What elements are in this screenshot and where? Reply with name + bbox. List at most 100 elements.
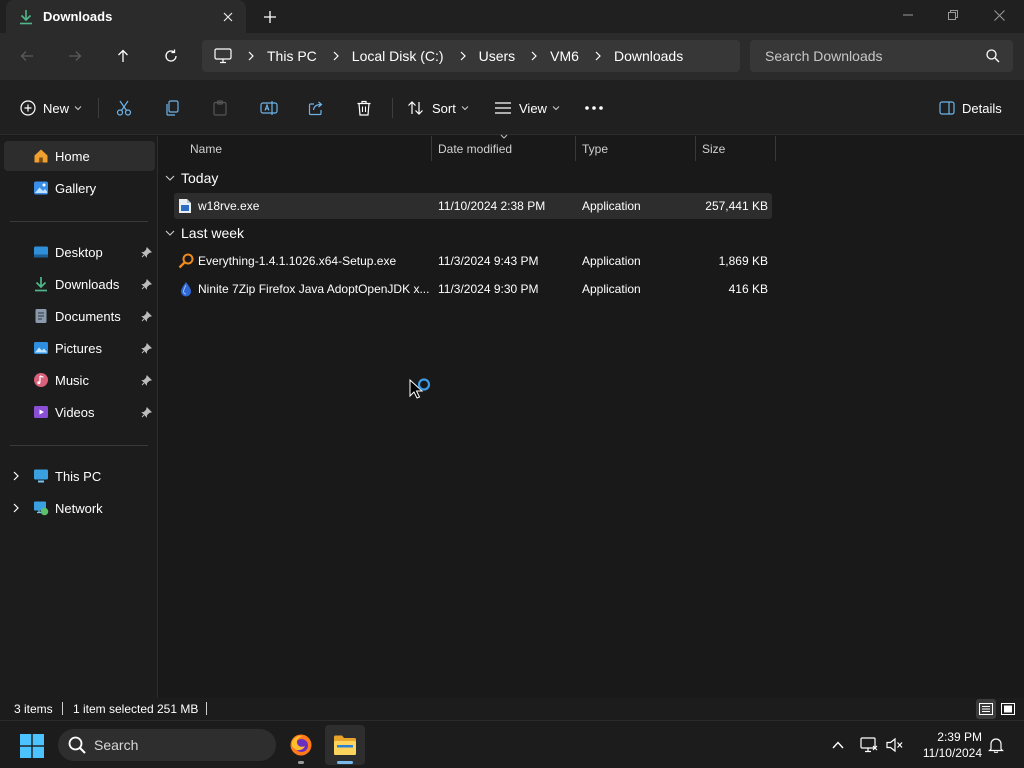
sidebar-item-gallery[interactable]: Gallery [4, 173, 155, 203]
column-divider[interactable] [431, 136, 432, 161]
sort-button[interactable]: Sort [407, 94, 469, 122]
sidebar-item-downloads[interactable]: Downloads [4, 269, 155, 299]
back-button[interactable] [11, 41, 43, 71]
sidebar-label: This PC [55, 468, 102, 484]
copy-button[interactable] [164, 94, 180, 122]
breadcrumb-item[interactable]: This PC [232, 48, 317, 64]
minimize-button[interactable] [885, 0, 931, 30]
breadcrumb-downloads[interactable]: Downloads [614, 48, 683, 64]
sidebar-label: Pictures [55, 340, 102, 356]
new-tab-button[interactable] [256, 4, 284, 30]
taskbar-app-file-explorer[interactable] [325, 725, 365, 765]
pin-icon[interactable] [141, 278, 152, 290]
file-date: 11/10/2024 2:38 PM [438, 199, 546, 213]
pin-icon[interactable] [141, 406, 152, 418]
status-separator [206, 702, 207, 715]
sidebar-item-documents[interactable]: Documents [4, 301, 155, 331]
column-divider[interactable] [575, 136, 576, 161]
tab-title: Downloads [43, 9, 113, 24]
taskbar-clock[interactable]: 2:39 PM 11/10/2024 [912, 729, 982, 761]
taskbar-app-firefox[interactable] [281, 725, 321, 765]
breadcrumb-item[interactable]: Users [444, 48, 516, 64]
restore-icon [948, 10, 958, 20]
file-name: Everything-1.4.1.1026.x64-Setup.exe [198, 254, 397, 268]
tab-close-button[interactable] [214, 3, 242, 31]
sidebar-item-pictures[interactable]: Pictures [4, 333, 155, 363]
status-separator [62, 702, 63, 715]
breadcrumb-local-disk[interactable]: Local Disk (C:) [352, 48, 444, 64]
group-header-today[interactable]: Today [165, 167, 218, 189]
close-window-button[interactable] [976, 0, 1022, 30]
tab-downloads[interactable]: Downloads [6, 0, 246, 33]
group-label: Today [181, 170, 219, 186]
file-row[interactable]: w18rve.exe 11/10/2024 2:38 PM Applicatio… [174, 193, 772, 219]
file-row[interactable]: Everything-1.4.1.1026.x64-Setup.exe 11/3… [174, 248, 772, 274]
close-icon [993, 9, 1005, 21]
sidebar-item-desktop[interactable]: Desktop [4, 237, 155, 267]
notifications-button[interactable] [986, 735, 1006, 755]
forward-button[interactable] [59, 41, 91, 71]
network-status-button[interactable] [859, 735, 879, 755]
details-pane-icon [939, 101, 955, 115]
refresh-button[interactable] [155, 41, 187, 71]
breadcrumb-item[interactable]: Local Disk (C:) [317, 48, 444, 64]
column-header-date-modified[interactable]: Date modified [438, 136, 512, 161]
breadcrumb-vm6[interactable]: VM6 [550, 48, 579, 64]
file-row[interactable]: Ninite 7Zip Firefox Java AdoptOpenJDK x.… [174, 276, 772, 302]
up-button[interactable] [107, 41, 139, 71]
pin-icon[interactable] [141, 246, 152, 258]
column-header-name[interactable]: Name [190, 136, 222, 161]
paste-button[interactable] [212, 94, 228, 122]
sidebar-item-videos[interactable]: Videos [4, 397, 155, 427]
details-view-button[interactable] [976, 699, 996, 719]
sidebar-item-home[interactable]: Home [4, 141, 155, 171]
sidebar-item-this-pc[interactable]: This PC [4, 461, 155, 491]
column-divider[interactable] [695, 136, 696, 161]
divider [10, 445, 148, 446]
breadcrumb-this-pc[interactable]: This PC [267, 48, 317, 64]
more-options-button[interactable] [584, 94, 604, 122]
column-header-type[interactable]: Type [582, 136, 608, 161]
documents-icon [35, 309, 47, 323]
bell-icon [988, 738, 1004, 753]
search-input[interactable] [763, 47, 986, 65]
pin-icon[interactable] [141, 342, 152, 354]
chevron-down-icon [552, 106, 560, 111]
address-bar[interactable]: This PC Local Disk (C:) Users VM6 Downlo… [202, 40, 740, 72]
pin-icon[interactable] [141, 374, 152, 386]
share-button[interactable] [308, 94, 324, 122]
breadcrumb-item[interactable]: Downloads [579, 48, 683, 64]
show-hidden-icons-button[interactable] [828, 735, 848, 755]
rename-button[interactable] [260, 94, 278, 122]
file-date: 11/3/2024 9:30 PM [438, 282, 539, 296]
view-icon [495, 102, 511, 114]
delete-icon [357, 100, 371, 116]
group-header-last-week[interactable]: Last week [165, 222, 244, 244]
column-divider[interactable] [775, 136, 776, 161]
chevron-right-icon[interactable] [11, 503, 21, 513]
delete-button[interactable] [356, 94, 372, 122]
sidebar-item-network[interactable]: Network [4, 493, 155, 523]
chevron-right-icon[interactable] [11, 471, 21, 481]
pin-icon[interactable] [141, 310, 152, 322]
cut-button[interactable] [116, 94, 132, 122]
taskbar-search[interactable]: Search [58, 729, 276, 761]
column-header-size[interactable]: Size [702, 136, 725, 161]
ninite-app-icon [178, 276, 194, 302]
maximize-button[interactable] [930, 0, 976, 30]
breadcrumb-item[interactable]: VM6 [515, 48, 579, 64]
file-size: 1,869 KB [718, 254, 768, 268]
volume-button[interactable] [885, 735, 905, 755]
file-name: w18rve.exe [198, 199, 260, 213]
sidebar-item-music[interactable]: Music [4, 365, 155, 395]
search-box[interactable] [750, 40, 1013, 72]
windows-start-icon[interactable] [20, 734, 44, 758]
large-icons-view-button[interactable] [998, 699, 1018, 719]
breadcrumb-users[interactable]: Users [479, 48, 516, 64]
view-button[interactable]: View [494, 94, 560, 122]
group-label: Last week [181, 225, 245, 241]
details-pane-button[interactable]: Details [939, 94, 1002, 122]
new-button[interactable]: New [20, 94, 82, 122]
network-status-icon [860, 737, 878, 753]
everything-app-icon [178, 248, 194, 274]
